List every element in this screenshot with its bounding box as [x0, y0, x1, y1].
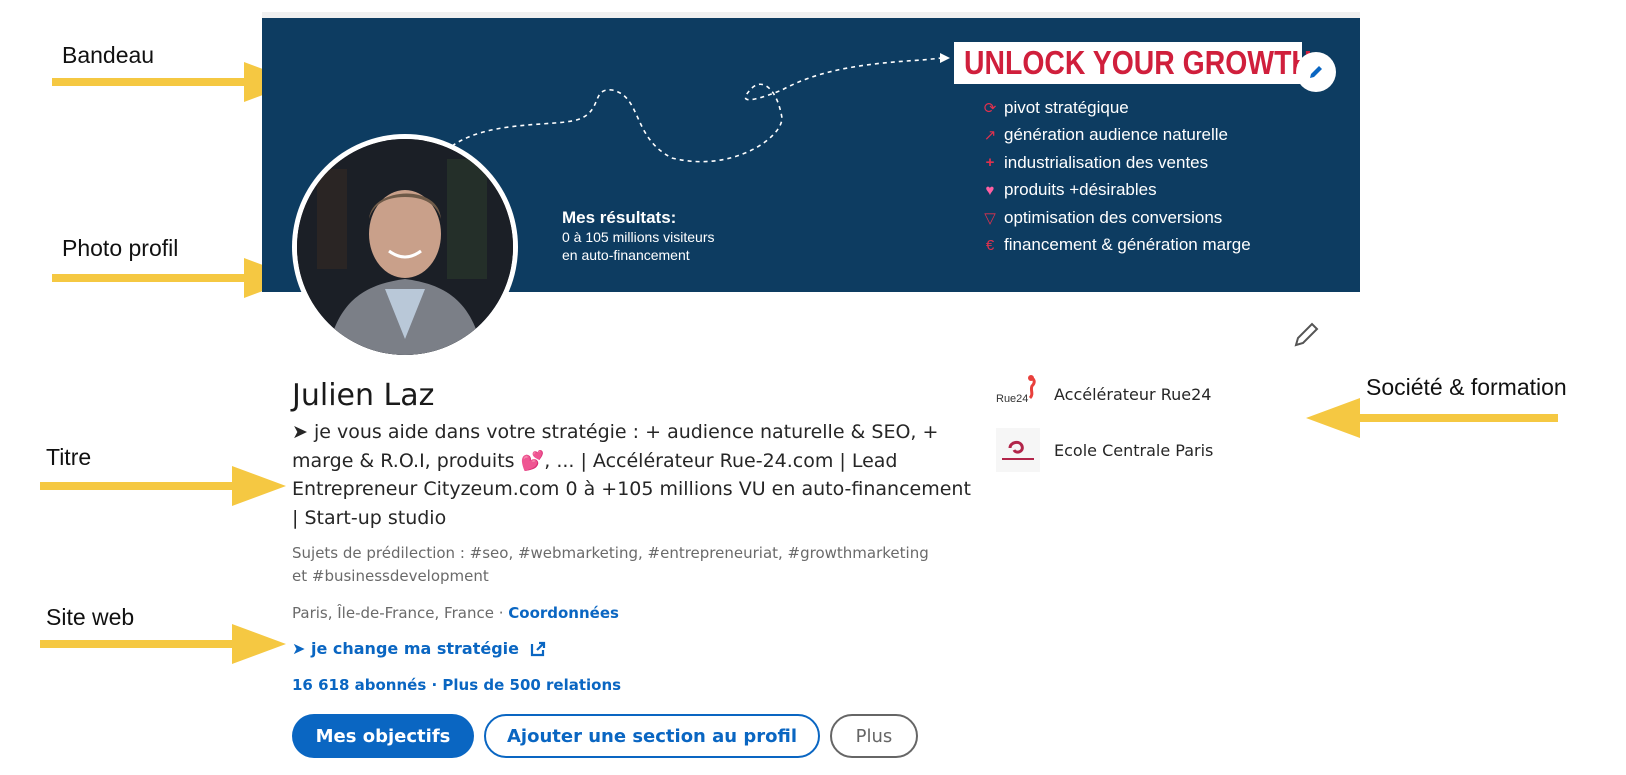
relations-link[interactable]: · Plus de 500 relations: [426, 676, 621, 694]
rue24-logo: Rue24: [996, 372, 1040, 416]
unlock-title: UNLOCK YOUR GROWTH: [964, 44, 1312, 81]
pencil-icon: [1310, 66, 1322, 78]
profile-photo[interactable]: [292, 134, 518, 360]
unlock-title-box: UNLOCK YOUR GROWTH: [954, 42, 1312, 84]
plus-icon: +: [985, 154, 995, 172]
banner-bullet: + industrialisation des ventes: [976, 149, 1251, 177]
profile-location: Paris, Île-de-France, France · Coordonné…: [292, 604, 619, 622]
more-button[interactable]: Plus: [830, 714, 918, 758]
arrow-societe-formation: [1306, 398, 1558, 438]
profile-photo-image: [297, 139, 513, 355]
euro-icon: €: [985, 236, 995, 254]
profile-topics: Sujets de prédilection : #seo, #webmarke…: [292, 544, 929, 585]
followers-link[interactable]: 16 618 abonnés: [292, 676, 426, 694]
website-label: ➤ je change ma stratégie: [292, 639, 520, 658]
centrale-paris-logo: [996, 428, 1040, 472]
banner-bullet: ▽ optimisation des conversions: [976, 204, 1251, 232]
banner-bullet: ⟳ pivot stratégique: [976, 94, 1251, 122]
location-text: Paris, Île-de-France, France ·: [292, 604, 509, 622]
school-item[interactable]: Ecole Centrale Paris: [996, 428, 1213, 472]
contact-info-link[interactable]: Coordonnées: [508, 604, 619, 622]
banner-bullet: ♥ produits +désirables: [976, 177, 1251, 205]
school-name: Ecole Centrale Paris: [1054, 440, 1214, 460]
banner-bullet: ↗ génération audience naturelle: [976, 122, 1251, 150]
portrait-illustration: [297, 139, 513, 355]
cycle-icon: ⟳: [983, 99, 997, 117]
arrow-titre: [40, 466, 286, 506]
company-item[interactable]: Rue24 Accélérateur Rue24: [996, 372, 1211, 416]
results-line: en auto-financement: [562, 247, 690, 263]
edit-profile-icon[interactable]: [1290, 318, 1322, 350]
results-title: Mes résultats:: [562, 208, 677, 227]
external-link-icon: [530, 641, 546, 656]
add-section-button[interactable]: Ajouter une section au profil: [484, 714, 820, 758]
hearts-icon: ♥: [985, 181, 995, 199]
banner-bullet: € financement & génération marge: [976, 232, 1251, 260]
funnel-icon: ▽: [984, 209, 996, 227]
website-link[interactable]: ➤ je change ma stratégie: [292, 639, 547, 658]
arrow-site-web: [40, 624, 286, 664]
followers-line: 16 618 abonnés · Plus de 500 relations: [292, 676, 621, 694]
profile-name: Julien Laz: [292, 378, 435, 413]
goals-button[interactable]: Mes objectifs: [292, 714, 474, 758]
company-name: Accélérateur Rue24: [1054, 384, 1212, 404]
svg-text:Rue24: Rue24: [996, 393, 1028, 405]
results-line: 0 à 105 millions visiteurs: [562, 229, 715, 245]
edit-banner-button[interactable]: [1296, 52, 1336, 92]
banner-results: Mes résultats: 0 à 105 millions visiteur…: [562, 208, 715, 264]
profile-headline: ➤ je vous aide dans votre stratégie : + …: [292, 421, 971, 529]
trend-arrow-icon: ↗: [983, 127, 997, 145]
banner-bullet-list: ⟳ pivot stratégique ↗ génération audience …: [976, 94, 1251, 259]
